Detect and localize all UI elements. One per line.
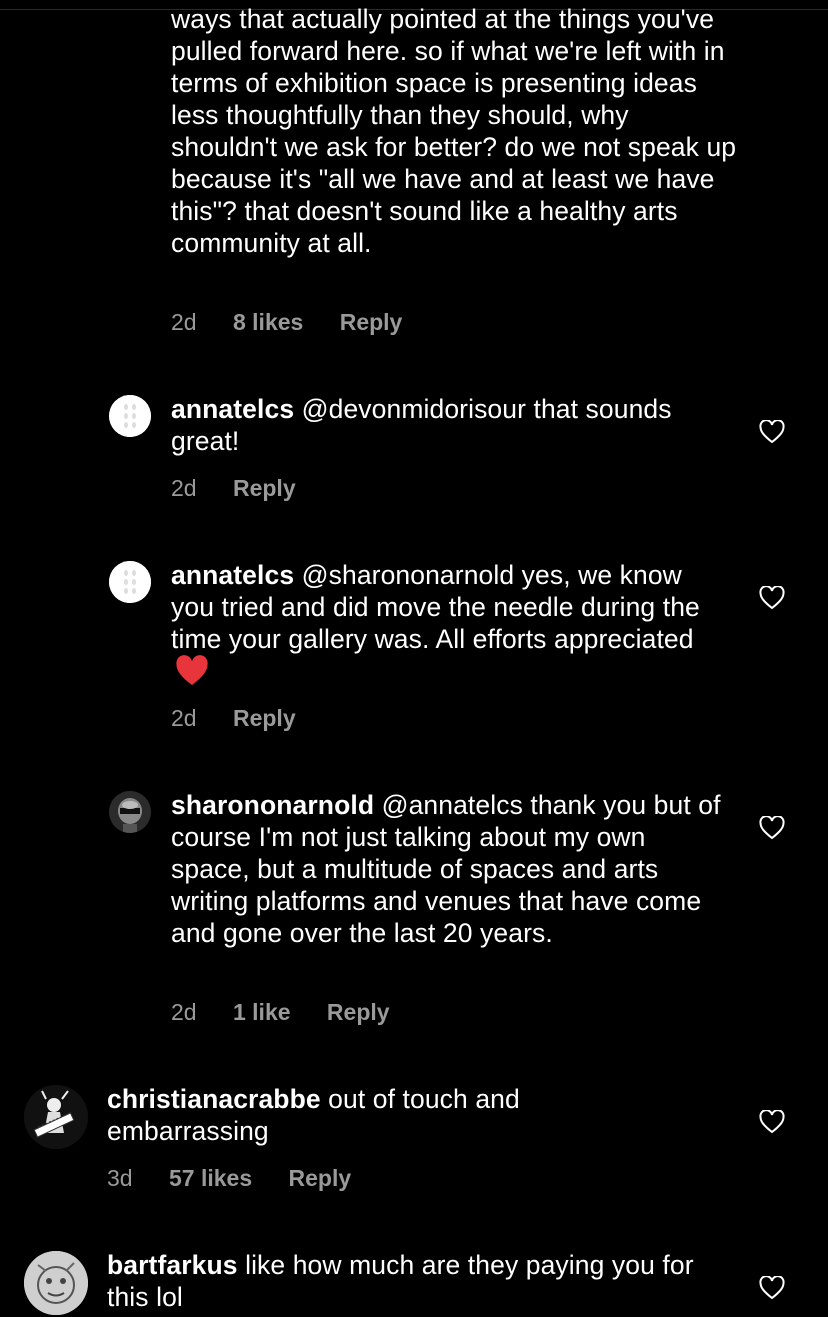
- avatar[interactable]: [109, 791, 151, 833]
- heart-outline-icon[interactable]: [759, 1276, 785, 1300]
- comment-body: ways that actually pointed at the things…: [171, 4, 737, 258]
- comment-text: annatelcs @sharononarnold yes, we know y…: [171, 559, 731, 688]
- comment-meta: 2d Reply: [171, 705, 326, 732]
- username[interactable]: christianacrabbe: [107, 1084, 321, 1114]
- reply-button[interactable]: Reply: [289, 1165, 352, 1191]
- username[interactable]: annatelcs: [171, 560, 294, 590]
- comment-time: 2d: [171, 705, 197, 731]
- likes-count[interactable]: 57 likes: [169, 1165, 252, 1191]
- heart-outline-icon[interactable]: [759, 586, 785, 610]
- comment-time: 2d: [171, 475, 197, 501]
- username[interactable]: sharononarnold: [171, 790, 374, 820]
- comment-time: 3d: [107, 1165, 133, 1191]
- red-heart-emoji: [176, 655, 208, 685]
- reply-button[interactable]: Reply: [233, 705, 296, 731]
- reply-button[interactable]: Reply: [233, 475, 296, 501]
- username[interactable]: annatelcs: [171, 394, 294, 424]
- comment-time: 2d: [171, 309, 197, 335]
- likes-count[interactable]: 1 like: [233, 999, 291, 1025]
- likes-count[interactable]: 8 likes: [233, 309, 303, 335]
- reply-button[interactable]: Reply: [340, 309, 403, 335]
- comment-text: bartfarkus like how much are they paying…: [107, 1249, 717, 1313]
- comment-meta: 2d Reply: [171, 475, 326, 502]
- heart-outline-icon[interactable]: [759, 1110, 785, 1134]
- comment-text: christianacrabbe out of touch and embarr…: [107, 1083, 577, 1147]
- reply-button[interactable]: Reply: [327, 999, 390, 1025]
- pearl-strand-avatar: [109, 395, 151, 437]
- comment-meta: 2d 8 likes Reply: [171, 309, 432, 336]
- username[interactable]: bartfarkus: [107, 1250, 238, 1280]
- robot-helmet-avatar: [109, 791, 151, 833]
- avatar[interactable]: [24, 1251, 88, 1315]
- comment-text: ways that actually pointed at the things…: [171, 3, 741, 259]
- avatar[interactable]: [109, 395, 151, 437]
- sketch-face-avatar: [24, 1251, 88, 1315]
- comment-meta: 3d 57 likes Reply: [107, 1165, 381, 1192]
- avatar[interactable]: [24, 1085, 88, 1149]
- comment-text: sharononarnold @annatelcs thank you but …: [171, 789, 731, 949]
- avatar[interactable]: [109, 561, 151, 603]
- heart-outline-icon[interactable]: [759, 420, 785, 444]
- keytar-figure-avatar: [24, 1085, 88, 1149]
- heart-outline-icon[interactable]: [759, 816, 785, 840]
- comment-text: annatelcs @devonmidorisour that sounds g…: [171, 393, 731, 457]
- pearl-strand-avatar: [109, 561, 151, 603]
- comment-time: 2d: [171, 999, 197, 1025]
- comment-meta: 2d 1 like Reply: [171, 999, 420, 1026]
